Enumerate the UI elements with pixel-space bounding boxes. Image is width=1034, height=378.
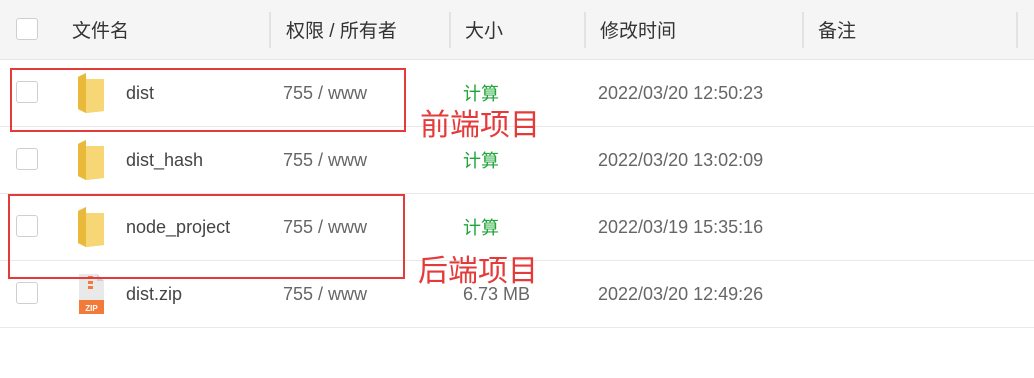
header-size[interactable]: 大小 <box>465 0 503 59</box>
column-divider[interactable] <box>269 12 271 48</box>
column-divider[interactable] <box>449 12 451 48</box>
file-name-link[interactable]: dist_hash <box>126 127 203 193</box>
column-divider[interactable] <box>584 12 586 48</box>
header-modified-time[interactable]: 修改时间 <box>600 0 676 59</box>
table-header: 文件名 权限 / 所有者 大小 修改时间 备注 <box>0 0 1034 60</box>
header-name[interactable]: 文件名 <box>72 0 129 59</box>
modified-time: 2022/03/20 12:49:26 <box>598 283 764 304</box>
modified-time: 2022/03/20 13:02:09 <box>598 149 764 170</box>
backend-highlight-box <box>8 194 405 279</box>
zip-badge-label: ZIP <box>85 304 98 313</box>
column-divider[interactable] <box>1016 12 1018 48</box>
row-checkbox[interactable] <box>16 282 38 304</box>
folder-icon[interactable] <box>76 138 106 182</box>
column-divider[interactable] <box>802 12 804 48</box>
select-all-checkbox[interactable] <box>16 17 38 40</box>
header-permission[interactable]: 权限 / 所有者 <box>286 0 397 59</box>
backend-annotation: 后端项目 <box>418 254 538 289</box>
frontend-highlight-box <box>10 68 406 132</box>
frontend-annotation: 前端项目 <box>420 108 540 143</box>
row-checkbox[interactable] <box>16 148 38 170</box>
modified-time: 2022/03/20 12:50:23 <box>598 82 764 103</box>
modified-time: 2022/03/19 15:35:16 <box>598 216 764 237</box>
header-note[interactable]: 备注 <box>818 0 856 59</box>
permission-owner[interactable]: 755 / www <box>283 127 367 193</box>
